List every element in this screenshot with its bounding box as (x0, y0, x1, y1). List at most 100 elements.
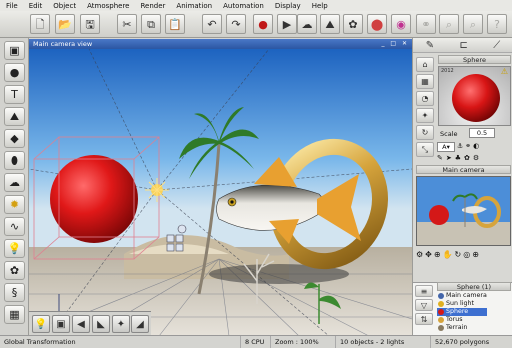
mountain-icon[interactable]: ⛰ (4, 107, 25, 126)
spline-icon[interactable]: ∿ (4, 217, 25, 236)
menu-automation[interactable]: Automation (223, 2, 264, 10)
gear-icon[interactable]: ⚙ (473, 154, 479, 163)
zoom-icon[interactable]: ⌕ (439, 14, 459, 34)
redo-icon[interactable]: ↷ (226, 14, 246, 34)
animation-icon[interactable]: ◔ (416, 91, 434, 106)
materials-icon[interactable]: ⬤ (367, 14, 387, 34)
view-icon[interactable]: ⊏ (460, 40, 468, 51)
group-icon[interactable]: ◐ (473, 142, 479, 152)
edit-icon[interactable]: ✎ (426, 40, 434, 51)
material-preview[interactable]: 2012 ⚠ (438, 66, 511, 126)
scale-icon[interactable]: ⤡ (416, 142, 434, 157)
status-cpu: 8 CPU (240, 336, 264, 348)
object-props-icon[interactable]: ⌂ (416, 57, 434, 72)
speaker-icon[interactable]: ◀ (72, 315, 90, 333)
sphere-icon[interactable]: ● (4, 63, 25, 82)
warning-icon: ⚠ (500, 67, 508, 76)
render-area-icon[interactable]: ▶ (277, 14, 297, 34)
tree-item-torus[interactable]: Torus (437, 316, 487, 324)
3d-scene[interactable] (29, 49, 412, 336)
tree-icon[interactable]: ♣ (455, 154, 461, 163)
status-mode: Global Transformation (4, 338, 76, 346)
tree-item-terrain[interactable]: Terrain (437, 324, 487, 332)
camera-icon[interactable]: ▣ (52, 315, 70, 333)
search-icon[interactable]: ⌕ (463, 14, 483, 34)
frame-icon[interactable]: ◢ (131, 315, 149, 333)
hand-icon[interactable]: ✋ (443, 250, 453, 278)
menu-edit[interactable]: Edit (29, 2, 43, 10)
help-icon[interactable]: ? (487, 14, 507, 34)
arrow-icon[interactable]: ➤ (446, 154, 452, 163)
camera-preview[interactable] (416, 176, 511, 246)
paste-icon[interactable]: 📋 (165, 14, 185, 34)
scale-label: Scale (440, 130, 458, 138)
target-icon[interactable]: ◎ (463, 250, 470, 278)
zoom-view-icon[interactable]: ◣ (92, 315, 110, 333)
material-dropdown[interactable]: A▾ (437, 142, 455, 152)
material-editor-icon[interactable]: ◉ (391, 14, 411, 34)
anchor-icon[interactable]: ⚓ (457, 142, 463, 152)
tree-item-sphere[interactable]: Sphere (437, 308, 487, 316)
menu-animation[interactable]: Animation (176, 2, 212, 10)
render-icon[interactable]: ● (253, 14, 273, 34)
material-icon[interactable]: ▦ (416, 74, 434, 89)
plant-icon[interactable]: ✿ (343, 14, 363, 34)
box-icon[interactable]: ▦ (4, 305, 25, 324)
open-file-icon[interactable]: 📂 (55, 14, 75, 34)
orbit-icon[interactable]: ↻ (455, 250, 462, 278)
new-file-icon[interactable]: 🗋 (30, 14, 50, 34)
menu-file[interactable]: File (6, 2, 18, 10)
light-bulb-icon[interactable]: 💡 (32, 315, 50, 333)
terrain-icon[interactable]: ⛰ (320, 14, 340, 34)
cloud-icon[interactable]: ☁ (297, 14, 317, 34)
cloud-icon[interactable]: ☁ (4, 173, 25, 192)
egg-icon[interactable]: ⬮ (4, 151, 25, 170)
paint-icon[interactable]: ✎ (437, 154, 443, 163)
zoom-in-icon[interactable]: ⊕ (472, 250, 479, 278)
path-icon[interactable]: § (4, 283, 25, 302)
transform-icon[interactable]: ⟋ (493, 40, 500, 51)
link-icon[interactable]: ⚭ (465, 142, 471, 152)
plant-icon[interactable]: ✿ (4, 261, 25, 280)
window-controls[interactable]: _ □ ✕ (381, 39, 409, 49)
tree-item-sun-light[interactable]: Sun light (437, 300, 487, 308)
rotate-icon[interactable]: ↻ (416, 125, 434, 140)
material-controls: A▾ ⚓ ⚭ ◐ (437, 142, 511, 152)
panel-tabs: ✎ ⊏ ⟋ (413, 38, 512, 53)
link-icon[interactable]: ⚭ (416, 14, 436, 34)
rock-icon[interactable]: ◆ (4, 129, 25, 148)
sun-light-icon[interactable]: ✹ (4, 195, 25, 214)
camera-viewport[interactable]: Main camera view _ □ ✕ 💡 ▣ ◀ ◣ ✦ ◢ (29, 39, 412, 336)
undo-icon[interactable]: ↶ (202, 14, 222, 34)
tree-item-main-camera[interactable]: Main camera (437, 292, 487, 300)
viewport-title-bar: Main camera view _ □ ✕ (29, 39, 412, 49)
status-bar: Global Transformation 8 CPU Zoom : 100% … (0, 335, 512, 348)
pan-icon[interactable]: ✥ (425, 250, 432, 278)
effects-icon[interactable]: ✦ (416, 108, 434, 123)
plant-tool-icon[interactable]: ✿ (464, 154, 470, 163)
scale-field[interactable]: 0.5 (469, 128, 495, 138)
light-icon[interactable]: ✦ (112, 315, 130, 333)
text-icon[interactable]: T (4, 85, 25, 104)
object-toolbar: ▣ ● T ⛰ ◆ ⬮ ☁ ✹ ∿ 💡 ✿ § ▦ (0, 38, 29, 335)
dolly-icon[interactable]: ⊕ (434, 250, 441, 278)
right-panel: ✎ ⊏ ⟋ Sphere ⌂ ▦ ◔ ✦ ↻ ⤡ 2012 ⚠ Scale 0.… (412, 38, 512, 335)
cube-icon[interactable]: ▣ (4, 41, 25, 60)
layers-icon[interactable]: ≡ (415, 285, 433, 297)
copy-icon[interactable]: ⧉ (141, 14, 161, 34)
menu-object[interactable]: Object (53, 2, 76, 10)
status-polygons: 52,670 polygons (430, 336, 489, 348)
cut-icon[interactable]: ✂ (117, 14, 137, 34)
menu-atmosphere[interactable]: Atmosphere (87, 2, 129, 10)
gear-icon[interactable]: ⚙ (416, 250, 423, 278)
lightbulb-icon[interactable]: 💡 (4, 239, 25, 258)
viewport-title: Main camera view (33, 40, 93, 48)
menu-help[interactable]: Help (312, 2, 328, 10)
menu-display[interactable]: Display (275, 2, 301, 10)
save-icon[interactable]: 🖫 (80, 14, 100, 34)
menu-bar: File Edit Object Atmosphere Render Anima… (0, 0, 512, 11)
filter-icon[interactable]: ▽ (415, 299, 433, 311)
menu-render[interactable]: Render (140, 2, 165, 10)
sort-icon[interactable]: ⇅ (415, 313, 433, 325)
object-title: Sphere (438, 55, 511, 64)
